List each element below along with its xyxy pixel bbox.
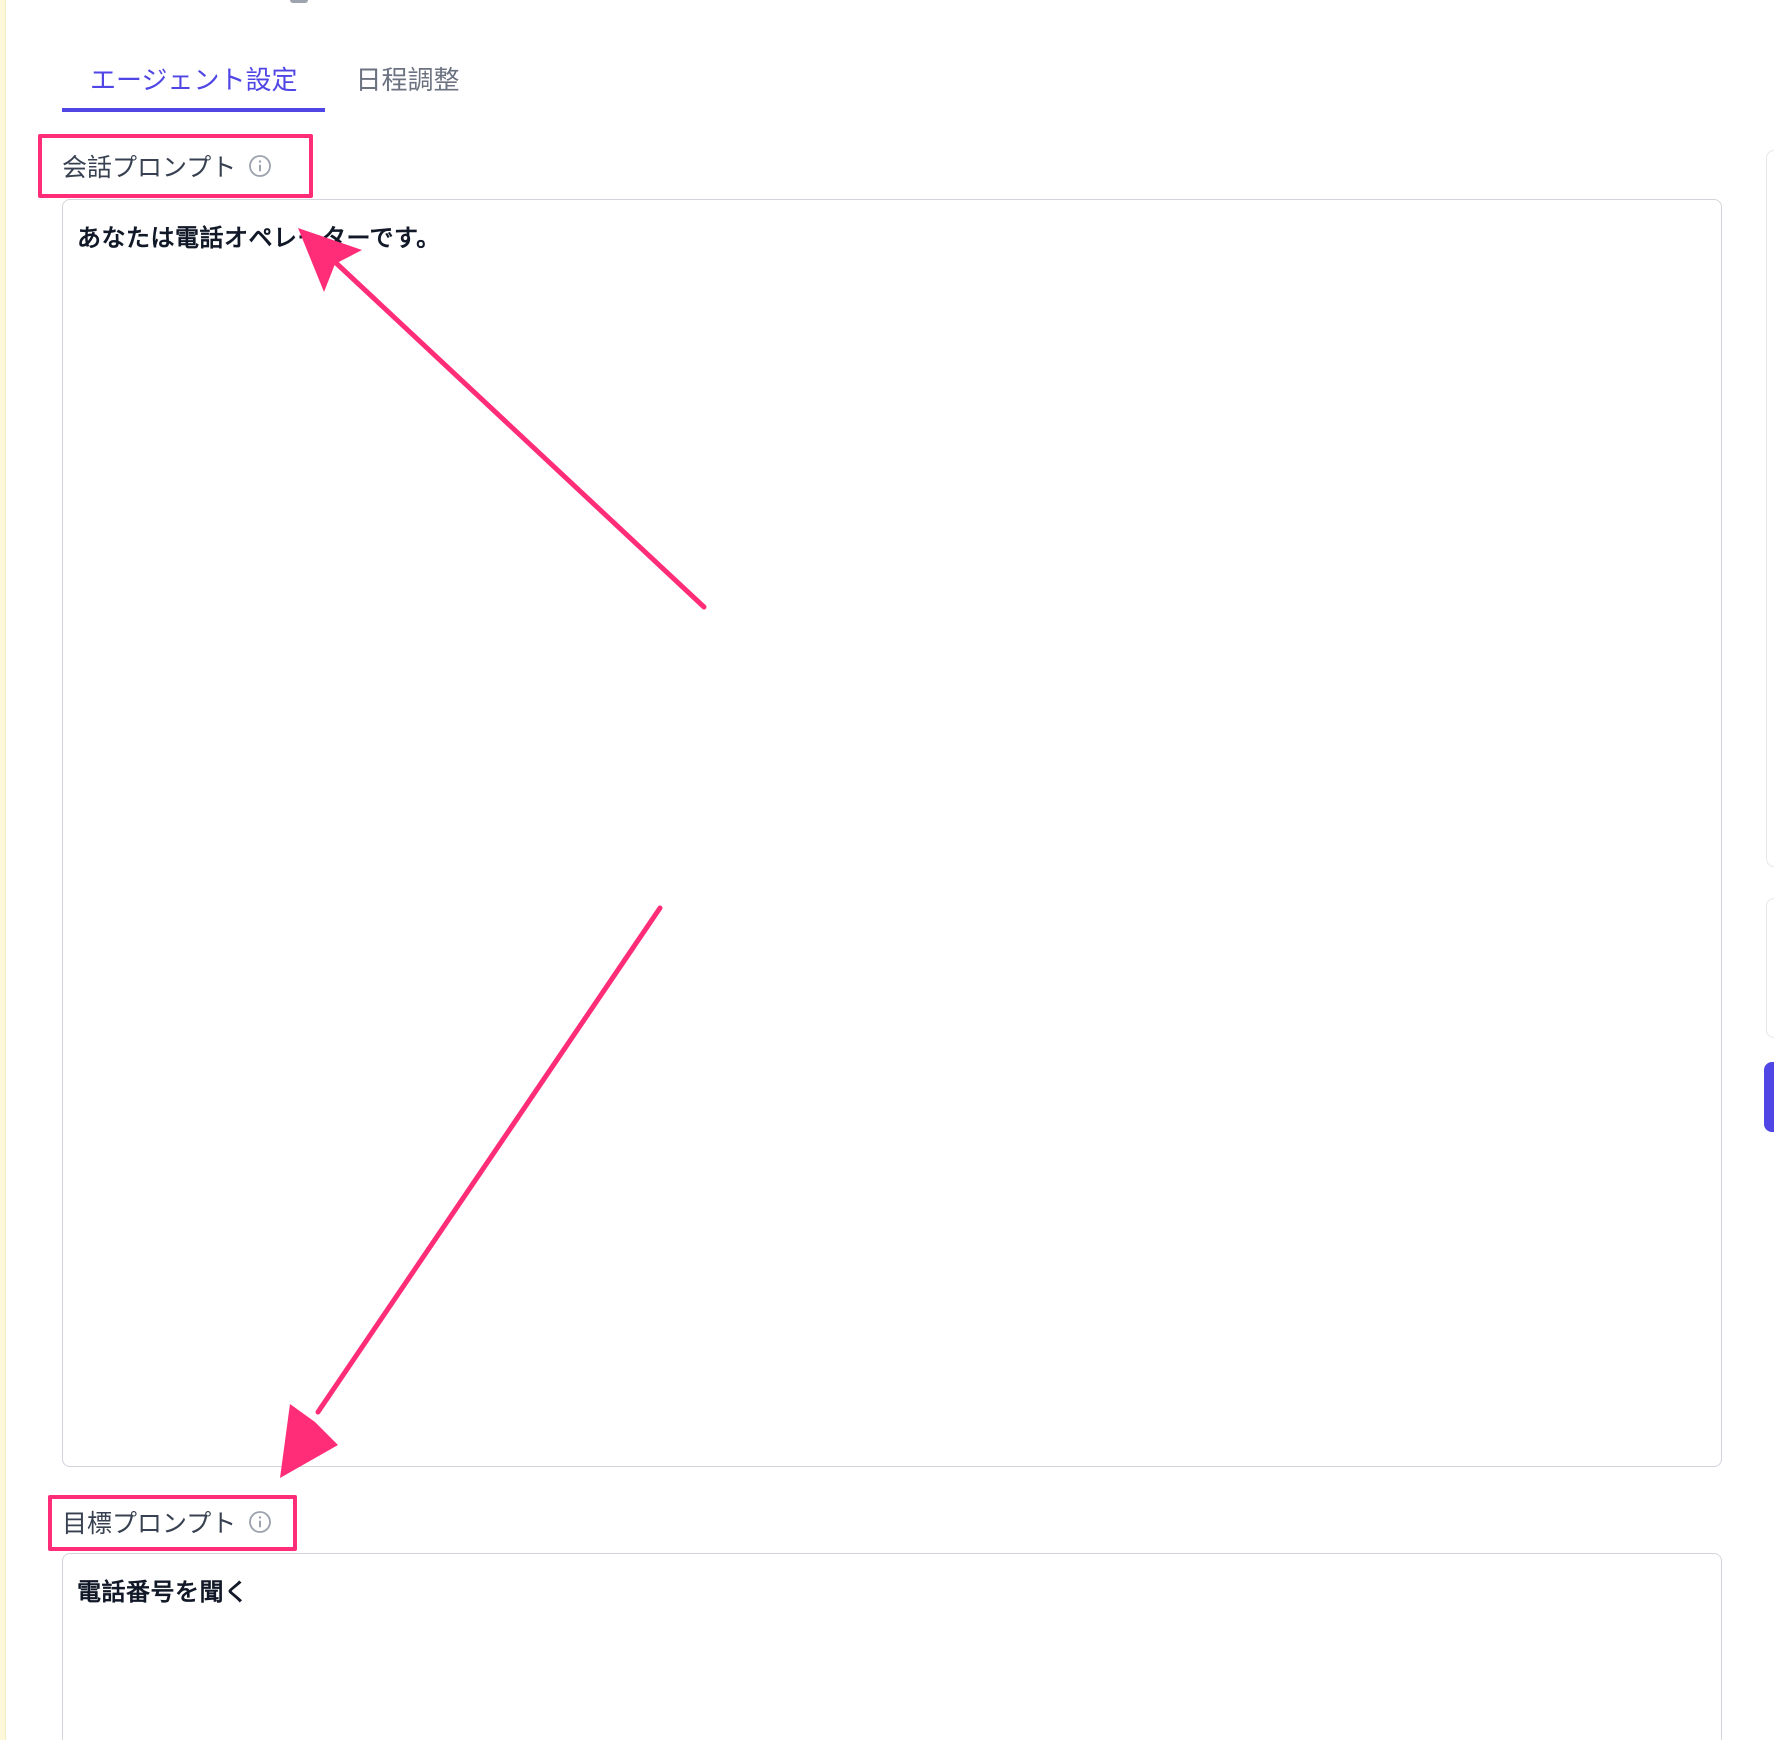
conversation-prompt-textarea[interactable]: あなたは電話オペレーターです。	[62, 199, 1722, 1467]
goal-prompt-value: 電話番号を聞く	[77, 1578, 249, 1606]
goal-prompt-label: 目標プロンプト	[62, 1504, 272, 1540]
info-circle-icon[interactable]	[248, 1510, 272, 1534]
conversation-prompt-label: 会話プロンプト	[62, 148, 272, 184]
conversation-prompt-value: あなたは電話オペレーターです。	[77, 224, 441, 252]
tab-label: 日程調整	[355, 66, 460, 96]
page: エージェント設定 日程調整 会話プロンプト あなたは電話オペレーターです。 目標…	[0, 0, 1774, 1740]
tab-label: エージェント設定	[90, 66, 298, 96]
label-text: 目標プロンプト	[62, 1509, 237, 1538]
top-element-fragment	[290, 0, 308, 3]
active-tab-indicator	[62, 108, 326, 112]
right-panel-fragment	[1766, 150, 1774, 867]
tab-scheduling[interactable]: 日程調整	[327, 40, 487, 112]
info-circle-icon[interactable]	[248, 154, 272, 178]
label-text: 会話プロンプト	[62, 153, 237, 182]
right-panel-fragment	[1766, 898, 1774, 1038]
left-sidebar-edge	[0, 0, 6, 1740]
tab-agent-settings[interactable]: エージェント設定	[62, 40, 326, 112]
goal-prompt-textarea[interactable]: 電話番号を聞く	[62, 1553, 1722, 1740]
right-action-button[interactable]	[1764, 1062, 1774, 1132]
tab-bar: エージェント設定 日程調整	[62, 40, 488, 112]
